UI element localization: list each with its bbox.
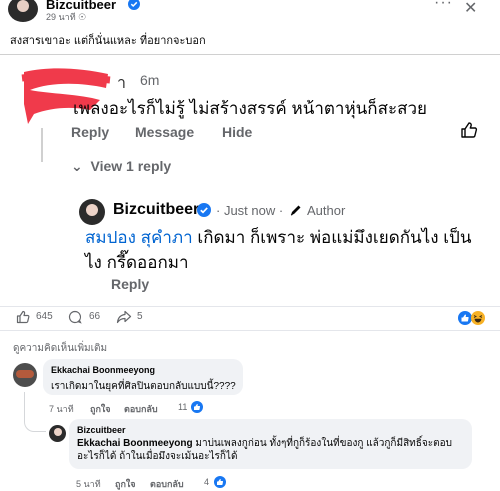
divider [0, 330, 500, 331]
like-button[interactable]: ถูกใจ [90, 402, 111, 416]
view-more-comments-link[interactable]: ดูความคิดเห็นเพิ่มเติม [13, 341, 107, 356]
reply-button[interactable]: ตอบกลับ [150, 477, 184, 491]
hide-button[interactable]: Hide [222, 124, 252, 140]
comment-author-name[interactable]: า [117, 71, 126, 96]
reply-button[interactable]: Reply [71, 124, 109, 140]
comment-timestamp[interactable]: 5 นาที [76, 477, 101, 491]
view-replies-link[interactable]: ⌄ View 1 reply [71, 158, 171, 175]
share-icon[interactable] [116, 310, 132, 324]
post-timestamp[interactable]: 29 นาที ☉ [46, 10, 86, 24]
like-button[interactable]: ถูกใจ [115, 477, 136, 491]
reply-author-avatar[interactable] [49, 425, 66, 442]
like-reaction-icon[interactable] [191, 401, 203, 413]
reaction-count[interactable]: 4 [204, 477, 209, 487]
author-avatar[interactable] [8, 0, 38, 22]
comment-text: เราเกิดมาในยุคที่ศิลปินตอบกลับแบบนี้???? [51, 381, 236, 392]
divider [0, 306, 500, 307]
chevron-down-icon: ⌄ [71, 158, 83, 174]
message-button[interactable]: Message [135, 124, 194, 140]
reaction-count[interactable]: 11 [178, 402, 187, 412]
like-count[interactable]: 645 [36, 311, 53, 322]
post-time-text: 29 นาที [46, 12, 76, 22]
mention-link[interactable]: Ekkachai Boonmeeyong [77, 438, 193, 449]
reply-author-avatar[interactable] [79, 199, 105, 225]
thread-line [41, 128, 43, 162]
globe-icon: ☉ [78, 12, 87, 22]
share-count[interactable]: 5 [137, 311, 143, 322]
haha-reaction-icon[interactable] [471, 311, 485, 325]
more-options-icon[interactable]: ··· [434, 0, 453, 12]
comment-text: เพลงอะไรก็ไม่รู้ ไม่สร้างสรรค์ หน้าตาหุ่… [73, 99, 427, 118]
pen-icon [290, 205, 301, 216]
reply-button[interactable]: Reply [111, 276, 149, 292]
comment-timestamp[interactable]: 7 นาที [49, 402, 74, 416]
verified-badge-icon [128, 0, 140, 10]
view-replies-label: View 1 reply [90, 158, 172, 174]
reply-thread-connector [24, 392, 46, 432]
comment-count[interactable]: 66 [89, 311, 100, 322]
close-icon[interactable]: ✕ [464, 0, 477, 18]
reply-author-name[interactable]: Bizcuitbeer [113, 201, 199, 219]
verified-badge-icon [197, 203, 211, 217]
like-icon[interactable] [460, 121, 478, 139]
mention-link[interactable]: สมปอง สุคำภา [85, 228, 193, 247]
like-icon[interactable] [16, 310, 30, 324]
commenter-avatar[interactable] [13, 363, 37, 387]
reply-text: สมปอง สุคำภา เกิดมา ก็เพราะ พ่อแม่มึงเยด… [85, 225, 485, 275]
reply-timestamp[interactable]: · Just now · [216, 203, 283, 218]
author-badge: Author [307, 203, 346, 218]
like-reaction-icon[interactable] [214, 476, 226, 488]
comment-icon[interactable] [68, 310, 82, 324]
comment-text: Ekkachai Boonmeeyong มาบ่นเพลงกูก่อน ทั้… [77, 437, 462, 463]
divider [0, 54, 500, 55]
post-text: สงสารเขาอะ แต่ก็นั่นแหละ ที่อยากจะบอก [10, 35, 206, 47]
like-reaction-icon[interactable] [458, 311, 472, 325]
commenter-name[interactable]: Bizcuitbeer [77, 425, 126, 435]
reply-button[interactable]: ตอบกลับ [124, 402, 158, 416]
comment-timestamp[interactable]: 6m [140, 72, 159, 88]
commenter-name[interactable]: Ekkachai Boonmeeyong [51, 365, 155, 375]
